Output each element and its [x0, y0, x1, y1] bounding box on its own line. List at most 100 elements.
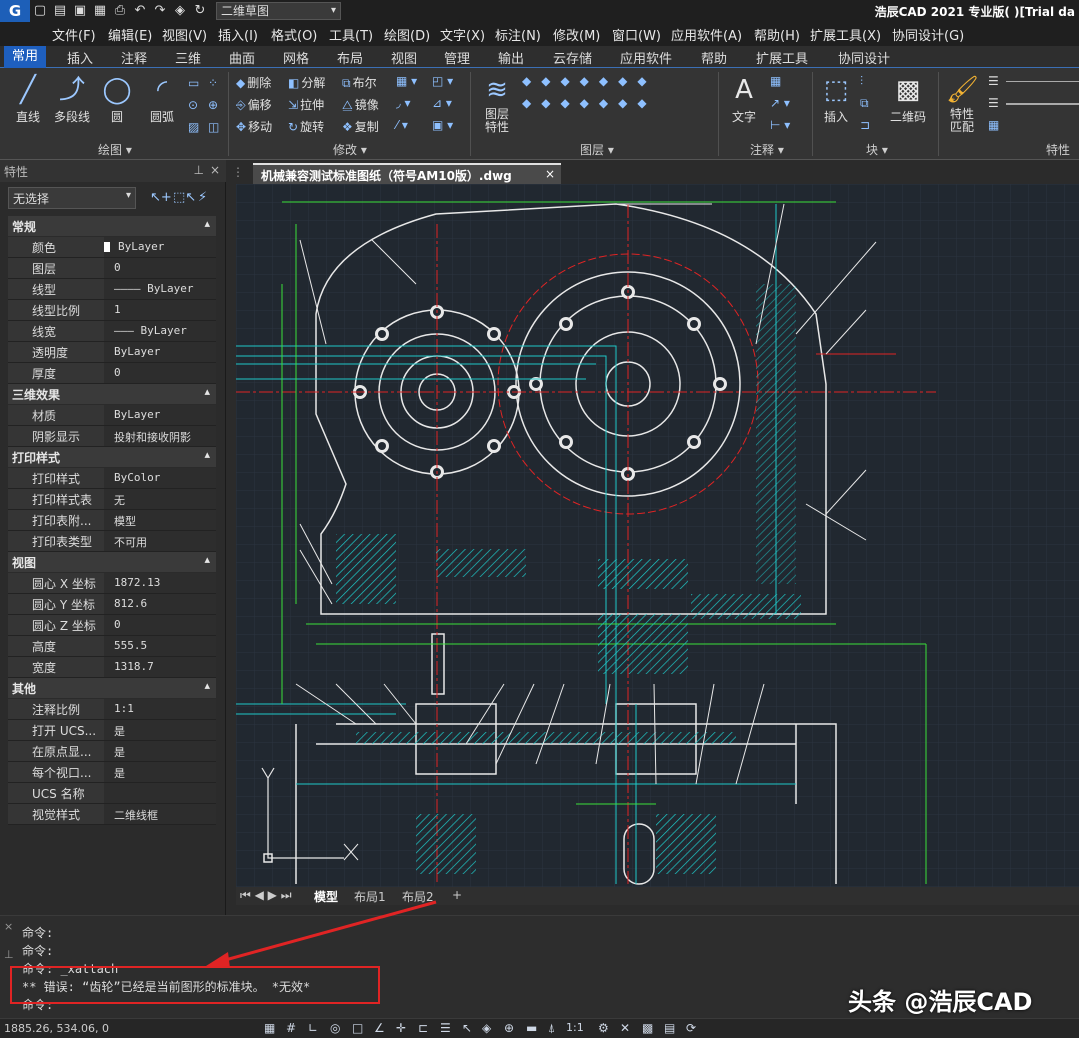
select-objects-icon[interactable]: ⬚↖	[173, 190, 196, 205]
property-value[interactable]: 是	[104, 741, 216, 761]
array-icon[interactable]: ▦ ▾	[396, 74, 417, 88]
property-row[interactable]: 线型比例 1	[8, 300, 216, 321]
clean-screen-icon[interactable]: ▤	[664, 1021, 675, 1035]
lineweight-toggle-icon[interactable]: ☰	[440, 1021, 451, 1035]
dynamic-input-icon[interactable]: ⊏	[418, 1021, 428, 1035]
hatch-icon[interactable]: ▨	[188, 120, 199, 134]
annotate-panel-label[interactable]: 注释 ▾	[750, 141, 784, 158]
property-row[interactable]: 每个视口... 是	[8, 762, 216, 783]
trim-icon[interactable]: ⁄ ▾	[396, 118, 408, 132]
layer-tools-row1-icon[interactable]: ◆◆◆◆◆◆◆	[522, 74, 657, 88]
property-value[interactable]: 0	[104, 258, 216, 278]
property-value[interactable]: ——— ByLayer	[104, 321, 216, 341]
property-row[interactable]: 宽度 1318.7	[8, 657, 216, 678]
document-tab[interactable]: 机械兼容测试标准图纸（符号AM10版）.dwg ×	[253, 163, 561, 184]
annotation-monitor-icon[interactable]: ◈	[482, 1021, 491, 1035]
tab-view[interactable]: 视图	[391, 48, 417, 67]
tab-apps[interactable]: 应用软件	[620, 48, 672, 67]
modify-panel-label[interactable]: 修改 ▾	[333, 141, 367, 158]
property-value[interactable]: 555.5	[104, 636, 216, 656]
pin-icon[interactable]: ⊥	[194, 163, 204, 177]
close-tab-icon[interactable]: ×	[545, 167, 555, 181]
match-properties-button[interactable]: 🖌 特性匹配	[942, 74, 982, 134]
layer-panel-label[interactable]: 图层 ▾	[580, 141, 614, 158]
drawing-canvas[interactable]	[236, 184, 1079, 887]
tab-help[interactable]: 帮助	[701, 48, 727, 67]
color-palette-icon[interactable]: ▦	[988, 118, 999, 132]
menu-view[interactable]: 视图(V)	[162, 25, 207, 44]
property-row[interactable]: 圆心 X 坐标 1872.13	[8, 573, 216, 594]
section-plot[interactable]: 打印样式	[8, 447, 216, 467]
property-row[interactable]: 视觉样式 二维线框	[8, 804, 216, 825]
tab-mesh[interactable]: 网格	[283, 48, 309, 67]
property-value[interactable]: 0	[104, 363, 216, 383]
tab-surface[interactable]: 曲面	[229, 48, 255, 67]
property-value[interactable]: 0	[104, 615, 216, 635]
tab-output[interactable]: 输出	[498, 48, 524, 67]
property-value[interactable]	[104, 783, 216, 803]
section-general[interactable]: 常规	[8, 216, 216, 236]
property-row[interactable]: 图层 0	[8, 258, 216, 279]
spline-icon[interactable]: ⊕	[208, 98, 218, 112]
property-row[interactable]: 透明度 ByLayer	[8, 342, 216, 363]
polar-tracking-icon[interactable]: ◎	[330, 1021, 340, 1035]
property-row[interactable]: 在原点显... 是	[8, 741, 216, 762]
property-row[interactable]: 打印表附... 模型	[8, 510, 216, 531]
app-logo-icon[interactable]: G	[0, 0, 30, 22]
polyline-button[interactable]: ⤴ 多段线	[50, 74, 94, 125]
property-value[interactable]: 1	[104, 300, 216, 320]
toggle-pickadd-icon[interactable]: ↖+	[150, 190, 172, 205]
copy-button[interactable]: ❖ 复制	[342, 118, 379, 135]
stretch-button[interactable]: ⇲ 拉伸	[288, 96, 324, 113]
property-value[interactable]: ByLayer	[104, 405, 216, 425]
grid-display-icon[interactable]: #	[286, 1021, 296, 1035]
edit-block-icon[interactable]: ⧉	[860, 96, 869, 111]
move-button[interactable]: ✥ 移动	[236, 118, 272, 135]
insert-block-button[interactable]: ⬚ 插入	[818, 74, 854, 125]
property-row[interactable]: 注释比例 1:1	[8, 699, 216, 720]
property-row[interactable]: 线型 ———— ByLayer	[8, 279, 216, 300]
selection-cycle-icon[interactable]: ↖	[462, 1021, 472, 1035]
tab-collab[interactable]: 协同设计	[838, 48, 890, 67]
tab-annotate[interactable]: 注释	[121, 48, 147, 67]
linetype-icon[interactable]: ☰	[988, 74, 999, 88]
delete-button[interactable]: ◆ 删除	[236, 74, 271, 91]
rectangle-icon[interactable]: ▭	[188, 76, 199, 90]
property-value[interactable]: 不可用	[104, 531, 216, 551]
tab-insert[interactable]: 插入	[67, 48, 93, 67]
property-row[interactable]: 圆心 Z 坐标 0	[8, 615, 216, 636]
property-value[interactable]: 1318.7	[104, 657, 216, 677]
tab-home[interactable]: 常用	[4, 46, 47, 68]
menu-tools[interactable]: 工具(T)	[329, 25, 373, 44]
annotation-scale[interactable]: 1:1	[566, 1021, 584, 1034]
menu-draw[interactable]: 绘图(D)	[384, 25, 430, 44]
property-value[interactable]: 二维线框	[104, 804, 216, 824]
property-row[interactable]: 厚度 0	[8, 363, 216, 384]
workspace-switch-icon[interactable]: ⚙	[598, 1021, 609, 1035]
object-snap-icon[interactable]: □	[352, 1021, 363, 1035]
boolean-button[interactable]: ⧉ 布尔	[342, 74, 377, 91]
property-row[interactable]: 圆心 Y 坐标 812.6	[8, 594, 216, 615]
tab-layout[interactable]: 布局	[337, 48, 363, 67]
property-value[interactable]: 812.6	[104, 594, 216, 614]
arc-button[interactable]: ◜ 圆弧	[142, 74, 182, 125]
menu-collab[interactable]: 协同设计(G)	[892, 25, 964, 44]
command-close-icon[interactable]: ×	[4, 920, 13, 933]
lock-ui-icon[interactable]: ✕	[620, 1021, 630, 1035]
mirror-button[interactable]: ⧋ 镜像	[342, 96, 379, 113]
tab-cloud[interactable]: 云存储	[553, 48, 592, 67]
points-icon[interactable]: ⁘	[208, 76, 218, 90]
dynamic-ucs-icon[interactable]: ∠	[374, 1021, 385, 1035]
property-value[interactable]: 是	[104, 720, 216, 740]
menu-format[interactable]: 格式(O)	[271, 25, 317, 44]
table-icon[interactable]: ▦	[770, 74, 781, 88]
layers-icon[interactable]: ◈	[170, 1, 190, 21]
extend-icon[interactable]: ⊿ ▾	[432, 96, 452, 110]
selection-select[interactable]: 无选择	[8, 187, 136, 209]
dimension-icon[interactable]: ⊢ ▾	[770, 118, 790, 132]
property-row[interactable]: UCS 名称	[8, 783, 216, 804]
new-file-icon[interactable]: ▢	[30, 1, 50, 21]
region-icon[interactable]: ◫	[208, 120, 219, 134]
print-icon[interactable]: ⎙	[110, 1, 130, 21]
property-value[interactable]: ———— ByLayer	[104, 279, 216, 299]
